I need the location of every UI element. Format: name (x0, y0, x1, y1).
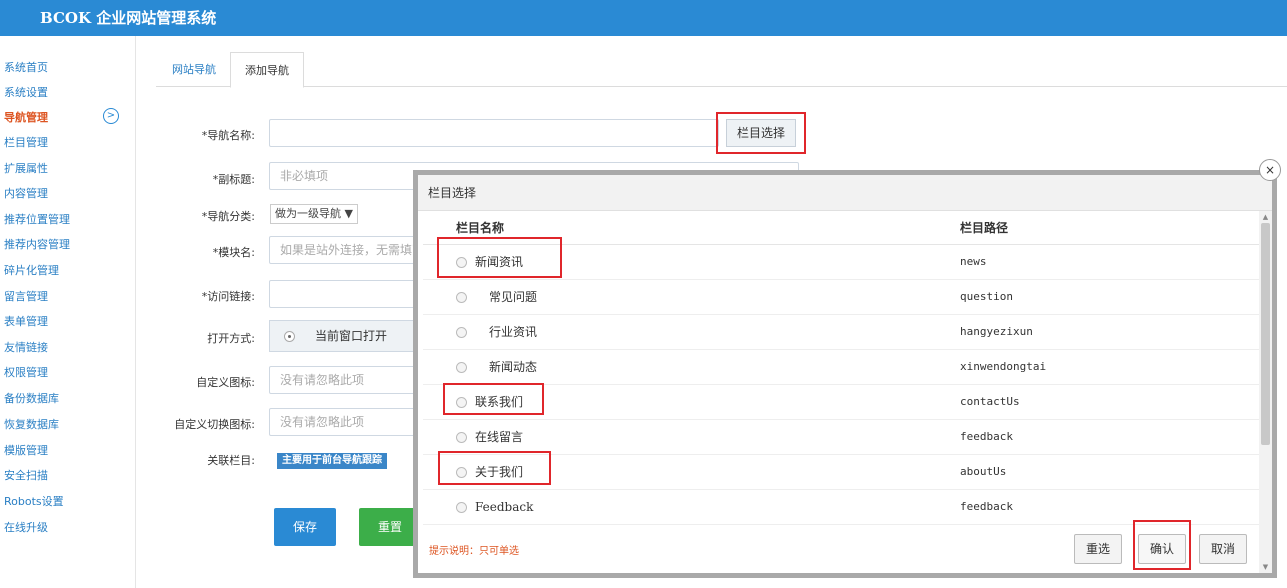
table-row[interactable]: 常见问题 question (423, 280, 1259, 315)
row-name: 常见问题 (489, 290, 538, 304)
row-path: news (960, 255, 987, 268)
row-name: 行业资讯 (489, 325, 538, 339)
col-path-header: 栏目路径 (960, 221, 1009, 235)
sidebar-item-links[interactable]: 友情链接 (4, 340, 48, 356)
radio-icon[interactable] (456, 432, 467, 443)
reselect-button[interactable]: 重选 (1074, 534, 1122, 564)
nav-name-label: *导航名称: (201, 129, 255, 142)
tab-site-nav[interactable]: 网站导航 (158, 52, 230, 87)
save-button[interactable]: 保存 (274, 508, 336, 546)
sidebar-item-messages[interactable]: 留言管理 (4, 289, 48, 305)
open-mode-label: 打开方式: (207, 332, 255, 345)
nav-name-input[interactable] (269, 119, 719, 147)
sidebar: 系统首页 系统设置 导航管理 栏目管理 扩展属性 内容管理 推荐位置管理 推荐内… (0, 36, 136, 588)
scroll-thumb[interactable] (1261, 223, 1270, 445)
highlight-box-confirm (1133, 520, 1191, 570)
radio-icon[interactable] (456, 502, 467, 513)
row-path: xinwendongtai (960, 360, 1047, 373)
row-path: contactUs (960, 395, 1020, 408)
related-label: 关联栏目: (207, 454, 255, 467)
sidebar-item-settings[interactable]: 系统设置 (4, 85, 48, 101)
row-name: 在线留言 (475, 430, 524, 444)
row-path: feedback (960, 430, 1013, 443)
sidebar-item-upgrade[interactable]: 在线升级 (4, 520, 48, 536)
sidebar-item-security[interactable]: 安全扫描 (4, 468, 48, 484)
category-select[interactable]: 做为一级导航 ▼ (270, 204, 358, 224)
sidebar-item-nav[interactable]: 导航管理 (4, 110, 48, 126)
sidebar-item-rec-pos[interactable]: 推荐位置管理 (4, 212, 70, 228)
row-path: feedback (960, 500, 1013, 513)
sidebar-item-robots[interactable]: Robots设置 (4, 494, 64, 510)
switch-icon-label: 自定义切换图标: (174, 418, 255, 431)
tab-bar: 网站导航 添加导航 (156, 52, 1287, 88)
scroll-down-icon[interactable]: ▼ (1261, 562, 1270, 572)
sidebar-item-backup[interactable]: 备份数据库 (4, 391, 59, 407)
category-label: *导航分类: (201, 210, 255, 223)
icon-label: 自定义图标: (196, 376, 255, 389)
link-label: *访问链接: (201, 290, 255, 303)
radio-icon (284, 331, 295, 342)
sidebar-item-rec-content[interactable]: 推荐内容管理 (4, 237, 70, 253)
link-input[interactable] (269, 280, 419, 308)
highlight-box-contact (443, 383, 544, 415)
table-row[interactable]: 行业资讯 hangyezixun (423, 315, 1259, 350)
row-name: Feedback (475, 500, 534, 514)
sidebar-item-restore[interactable]: 恢复数据库 (4, 417, 59, 433)
open-mode-value: 当前窗口打开 (315, 329, 388, 343)
sidebar-item-permissions[interactable]: 权限管理 (4, 365, 48, 381)
sidebar-item-fragment[interactable]: 碎片化管理 (4, 263, 59, 279)
table-row[interactable]: 联系我们 contactUs (423, 385, 1259, 420)
sidebar-item-home[interactable]: 系统首页 (4, 60, 48, 76)
row-name: 新闻动态 (489, 360, 538, 374)
icon-input[interactable]: 没有请忽略此项 (269, 366, 419, 394)
table-row[interactable]: 新闻动态 xinwendongtai (423, 350, 1259, 385)
sidebar-item-ext[interactable]: 扩展属性 (4, 161, 48, 177)
sidebar-item-forms[interactable]: 表单管理 (4, 314, 48, 330)
highlight-box-about (438, 451, 551, 485)
row-path: aboutUs (960, 465, 1007, 478)
radio-icon[interactable] (456, 362, 467, 373)
cancel-button[interactable]: 取消 (1199, 534, 1247, 564)
row-path: question (960, 290, 1013, 303)
radio-icon[interactable] (456, 327, 467, 338)
module-label: *模块名: (212, 246, 255, 259)
open-mode-radio[interactable]: 当前窗口打开 (269, 320, 419, 352)
reset-button[interactable]: 重置 (359, 508, 421, 546)
hint-text: 提示说明：只可单选 (429, 546, 519, 557)
radio-icon[interactable] (456, 292, 467, 303)
highlight-box-news (437, 237, 562, 278)
sidebar-item-templates[interactable]: 模版管理 (4, 443, 48, 459)
subtitle-label: *副标题: (212, 173, 255, 186)
close-icon[interactable]: × (1259, 159, 1281, 181)
scroll-up-icon[interactable]: ▲ (1261, 212, 1270, 222)
chevron-right-circle-icon[interactable]: > (103, 108, 119, 124)
dialog-title: 栏目选择 (418, 175, 1272, 211)
module-input[interactable]: 如果是站外连接，无需填写 (269, 236, 419, 264)
switch-icon-input[interactable]: 没有请忽略此项 (269, 408, 419, 436)
row-path: hangyezixun (960, 325, 1033, 338)
tab-add-nav[interactable]: 添加导航 (230, 52, 304, 88)
app-title: BCOK 企业网站管理系统 (0, 0, 1287, 36)
column-select-dialog: 栏目选择 栏目名称 栏目路径 新闻资讯 news 常见问题 question 行… (413, 170, 1277, 578)
sidebar-item-content[interactable]: 内容管理 (4, 186, 48, 202)
table-row[interactable]: 在线留言 feedback (423, 420, 1259, 455)
sidebar-item-columns[interactable]: 栏目管理 (4, 135, 48, 151)
dialog-scrollbar[interactable]: ▲ ▼ (1259, 211, 1272, 573)
related-badge: 主要用于前台导航跟踪 (277, 453, 387, 469)
highlight-box-select (716, 112, 806, 154)
